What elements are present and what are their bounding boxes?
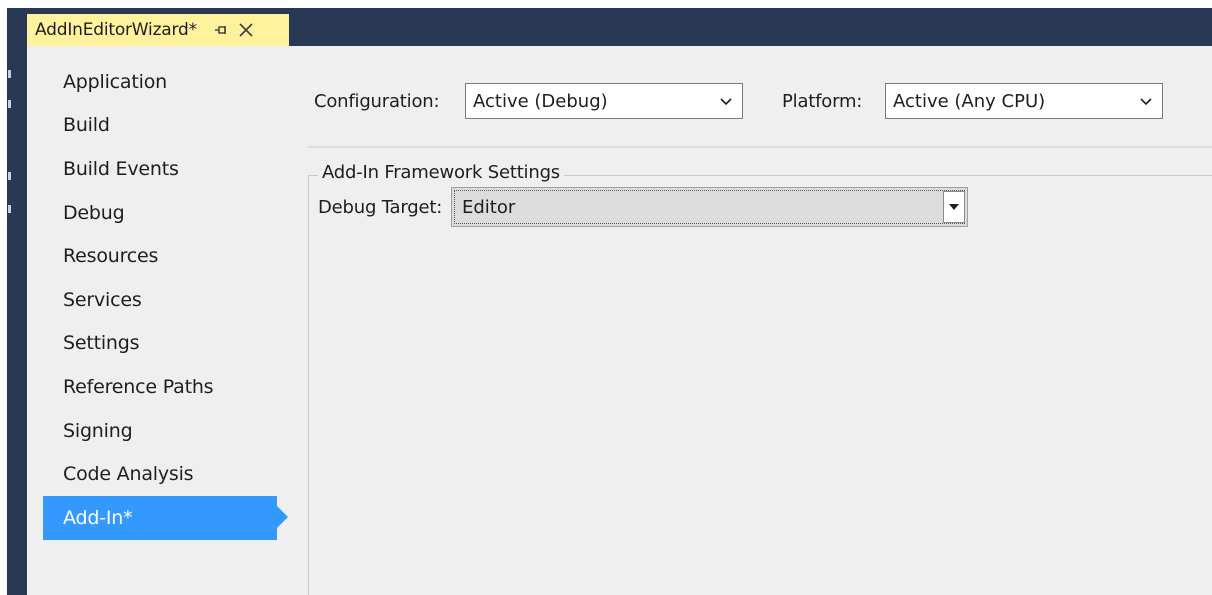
nav-item-label: Add-In*: [63, 506, 133, 529]
platform-value: Active (Any CPU): [893, 90, 1046, 112]
nav-item-code-analysis[interactable]: Code Analysis: [27, 452, 307, 496]
nav-item-label: Debug: [63, 201, 125, 224]
dropdown-arrow-icon[interactable]: [943, 191, 965, 223]
configuration-value: Active (Debug): [473, 90, 608, 112]
project-properties-page: Application Build Build Events Debug Res…: [27, 46, 1212, 595]
nav-item-resources[interactable]: Resources: [27, 234, 307, 278]
chevron-down-icon: [720, 98, 732, 106]
property-page-nav: Application Build Build Events Debug Res…: [27, 60, 307, 540]
nav-item-application[interactable]: Application: [27, 60, 307, 104]
ide-window: AddInEditorWizard* Application Build Bui…: [0, 0, 1212, 595]
document-tab[interactable]: AddInEditorWizard*: [27, 14, 289, 46]
nav-item-debug[interactable]: Debug: [27, 191, 307, 235]
nav-item-label: Reference Paths: [63, 375, 214, 398]
rail-marker: [8, 100, 11, 108]
platform-label: Platform:: [782, 91, 863, 112]
nav-item-label: Build Events: [63, 157, 179, 180]
debug-target-label: Debug Target:: [318, 197, 443, 218]
nav-item-signing[interactable]: Signing: [27, 409, 307, 453]
pin-icon[interactable]: [213, 22, 229, 38]
configuration-select[interactable]: Active (Debug): [465, 83, 743, 119]
rail-marker: [8, 205, 11, 213]
settings-pane: Configuration: Active (Debug) Platform: …: [308, 46, 1212, 595]
nav-item-label: Settings: [63, 332, 140, 355]
nav-item-label: Build: [63, 114, 110, 137]
nav-item-label: Services: [63, 288, 142, 311]
configuration-label: Configuration:: [314, 91, 440, 112]
nav-item-label: Resources: [63, 245, 159, 268]
add-in-framework-settings-group: [308, 175, 1212, 595]
nav-item-build[interactable]: Build: [27, 104, 307, 148]
nav-item-build-events[interactable]: Build Events: [27, 147, 307, 191]
nav-item-reference-paths[interactable]: Reference Paths: [27, 365, 307, 409]
rail-marker: [8, 172, 11, 180]
nav-item-settings[interactable]: Settings: [27, 322, 307, 366]
separator: [308, 146, 1212, 148]
nav-item-label: Code Analysis: [63, 463, 194, 486]
platform-select[interactable]: Active (Any CPU): [885, 83, 1163, 119]
nav-item-label: Application: [63, 70, 167, 93]
group-title: Add-In Framework Settings: [318, 162, 564, 183]
document-tab-title: AddInEditorWizard*: [35, 20, 197, 40]
chevron-down-icon: [1140, 98, 1152, 106]
nav-item-label: Signing: [63, 419, 133, 442]
rail-marker: [8, 70, 11, 78]
close-icon[interactable]: [237, 21, 255, 39]
left-rail: [0, 0, 7, 595]
debug-target-value: Editor: [462, 196, 516, 218]
nav-item-services[interactable]: Services: [27, 278, 307, 322]
nav-item-add-in[interactable]: Add-In*: [43, 495, 288, 540]
debug-target-select[interactable]: Editor: [451, 187, 968, 227]
